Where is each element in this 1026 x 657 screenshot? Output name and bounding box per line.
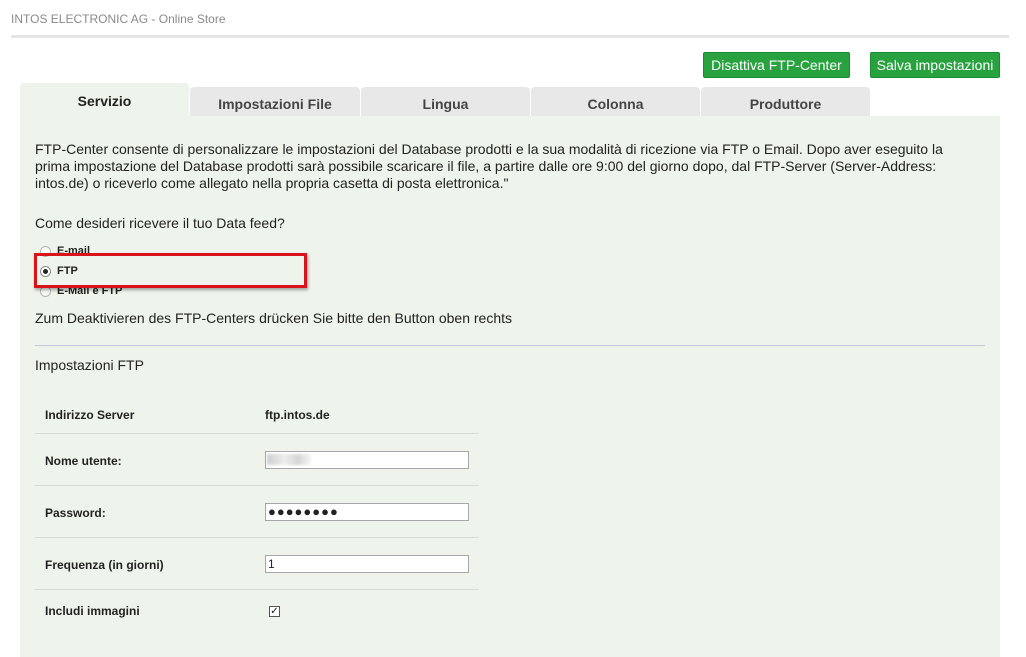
service-panel: FTP-Center consente di personalizzare le… <box>20 116 1000 657</box>
tab-servizio[interactable]: Servizio <box>20 83 189 116</box>
server-value: ftp.intos.de <box>265 408 330 422</box>
deactivate-note: Zum Deaktivieren des FTP-Centers drücken… <box>35 310 513 326</box>
header-divider <box>11 35 1009 38</box>
ftp-radio[interactable] <box>40 265 51 277</box>
username-row: Nome utente: <box>35 434 479 486</box>
section-divider <box>35 345 985 346</box>
email-and-ftp-radio-label: E-Mail e FTP <box>57 285 123 298</box>
server-label: Indirizzo Server <box>45 408 135 422</box>
tab-colonna[interactable]: Colonna <box>531 87 700 116</box>
store-title: INTOS ELECTRONIC AG - Online Store <box>11 12 226 26</box>
images-label: Includi immagini <box>45 604 140 618</box>
frequency-field[interactable]: 1 <box>265 555 469 573</box>
password-label: Password: <box>45 506 106 520</box>
images-row: Includi immagini ✓ <box>35 590 479 630</box>
frequency-label: Frequenza (in giorni) <box>45 558 164 572</box>
ftp-settings-table: Indirizzo Server ftp.intos.de Nome utent… <box>35 392 479 630</box>
save-settings-button[interactable]: Salva impostazioni <box>870 52 1000 78</box>
password-field[interactable]: ●●●●●●●● <box>265 503 469 521</box>
delivery-option-ftp[interactable]: FTP <box>40 264 78 278</box>
email-and-ftp-radio[interactable] <box>40 285 51 297</box>
tab-lingua[interactable]: Lingua <box>361 87 530 116</box>
redacted-username <box>267 454 311 465</box>
tab-produttore[interactable]: Produttore <box>701 87 870 116</box>
delivery-option-email[interactable]: E-mail <box>40 244 90 258</box>
server-row: Indirizzo Server ftp.intos.de <box>35 392 479 434</box>
tab-impostazioni-file[interactable]: Impostazioni File <box>190 87 360 116</box>
tab-bar: Servizio Impostazioni File Lingua Colonn… <box>20 83 870 116</box>
frequency-row: Frequenza (in giorni) 1 <box>35 538 479 590</box>
include-images-checkbox[interactable]: ✓ <box>269 606 280 617</box>
email-radio[interactable] <box>40 245 51 257</box>
password-row: Password: ●●●●●●●● <box>35 486 479 538</box>
email-radio-label: E-mail <box>57 245 91 258</box>
delivery-option-email-and-ftp[interactable]: E-Mail e FTP <box>40 284 122 298</box>
disable-ftp-center-button[interactable]: Disattiva FTP-Center <box>703 52 850 78</box>
intro-text: FTP-Center consente di personalizzare le… <box>35 141 943 191</box>
delivery-question: Come desideri ricevere il tuo Data feed? <box>35 215 285 231</box>
ftp-radio-label: FTP <box>57 265 78 278</box>
username-label: Nome utente: <box>45 454 122 468</box>
ftp-settings-title: Impostazioni FTP <box>35 357 144 373</box>
